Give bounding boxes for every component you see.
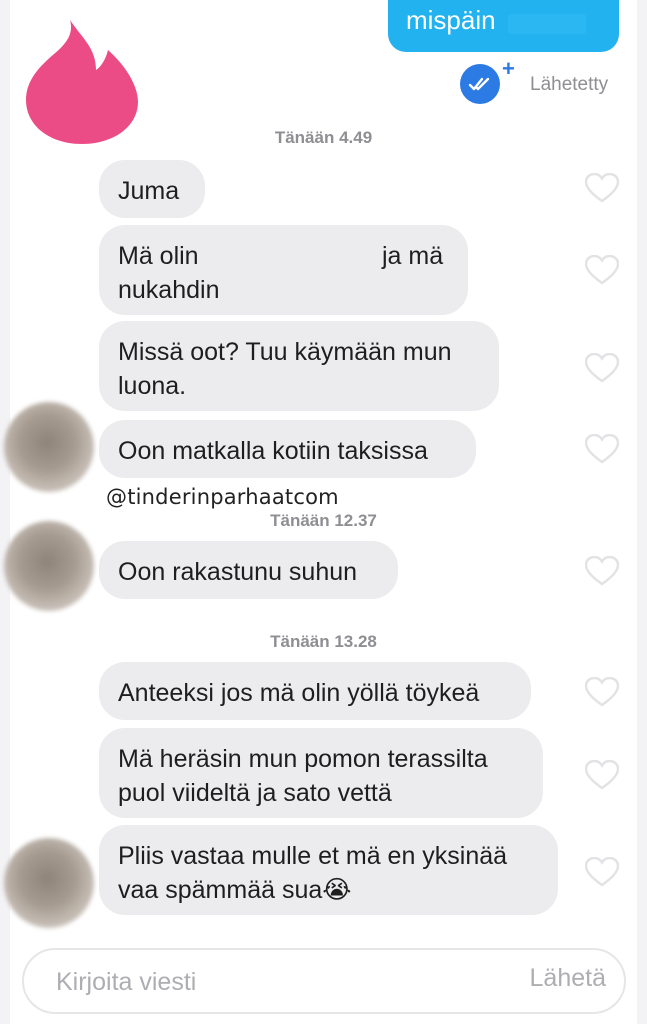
double-check-icon — [460, 64, 500, 104]
message-text: Mä heräsin mun pomon terassilta puol vii… — [118, 745, 488, 807]
heart-icon[interactable] — [585, 556, 619, 586]
message-bubble[interactable]: Missä oot? Tuu käymään mun luona. — [99, 321, 499, 411]
send-button[interactable]: Lähetä — [530, 964, 606, 993]
delivery-status: + Lähetetty — [460, 56, 630, 104]
heart-icon[interactable] — [585, 173, 619, 203]
message-text: Pliis vastaa mulle et mä en yksinää vaa … — [118, 842, 508, 904]
message-text: Oon matkalla kotiin taksissa — [118, 437, 428, 465]
timestamp-divider: Tänään 4.49 — [274, 128, 373, 147]
heart-icon[interactable] — [585, 857, 619, 887]
message-text: Mä olin — [118, 242, 199, 270]
message-composer: Lähetä — [22, 948, 626, 1014]
sent-status-label: Lähetetty — [530, 74, 609, 95]
message-text: nukahdin — [118, 276, 220, 304]
redaction-mark — [508, 14, 586, 34]
heart-icon[interactable] — [585, 353, 619, 383]
plus-icon[interactable]: + — [502, 56, 515, 82]
message-bubble[interactable]: Oon matkalla kotiin taksissa — [99, 420, 476, 478]
tinder-flame-logo — [26, 20, 138, 144]
avatar[interactable] — [4, 838, 94, 928]
timestamp-divider: Tänään 13.28 — [270, 632, 377, 651]
message-bubble[interactable]: Oon rakastunu suhun — [99, 541, 398, 599]
message-text: Juma — [118, 177, 180, 205]
message-bubble[interactable]: Anteeksi jos mä olin yöllä töykeä — [99, 662, 531, 720]
message-text: ja mä — [382, 242, 444, 270]
avatar[interactable] — [4, 521, 94, 611]
message-bubble[interactable]: Juma — [99, 160, 205, 218]
message-bubble[interactable]: Mä heräsin mun pomon terassilta puol vii… — [99, 728, 543, 818]
outgoing-message-bubble[interactable]: mispäin — [388, 0, 619, 52]
heart-icon[interactable] — [585, 760, 619, 790]
watermark: @tinderinparhaatcom — [106, 485, 339, 509]
message-bubble[interactable]: Mä olin ja mä nukahdin — [99, 225, 468, 315]
outgoing-message-text: mispäin — [406, 5, 496, 35]
message-text: Missä oot? Tuu käymään mun luona. — [118, 338, 452, 400]
timestamp-divider: Tänään 12.37 — [270, 511, 377, 530]
message-text: Oon rakastunu suhun — [118, 558, 358, 586]
heart-icon[interactable] — [585, 677, 619, 707]
heart-icon[interactable] — [585, 255, 619, 285]
message-bubble[interactable]: Pliis vastaa mulle et mä en yksinää vaa … — [99, 825, 558, 915]
message-text: Anteeksi jos mä olin yöllä töykeä — [118, 679, 480, 707]
crying-face-emoji: 😭 — [322, 876, 352, 904]
avatar[interactable] — [4, 402, 94, 492]
message-input[interactable] — [54, 962, 478, 1002]
heart-icon[interactable] — [585, 434, 619, 464]
